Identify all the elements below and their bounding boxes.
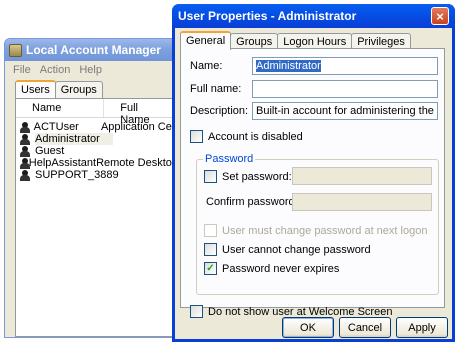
account-disabled-label: Account is disabled (208, 130, 303, 143)
list-item[interactable]: Administrator (16, 133, 178, 145)
cancel-button[interactable]: Cancel (339, 317, 391, 338)
user-icon (20, 157, 30, 169)
user-name: HelpAssistant (28, 157, 97, 169)
password-never-expires-checkbox[interactable]: ✓ Password never expires (204, 262, 339, 275)
general-tab-panel: Name: Administrator Full name: Descripti… (180, 48, 445, 318)
confirm-password-field[interactable] (292, 193, 432, 211)
tab-groups[interactable]: Groups (54, 81, 103, 99)
hide-welcome-screen-label: Do not show user at Welcome Screen (208, 305, 393, 318)
user-full-name: Remote Desktop (96, 157, 178, 169)
user-list: Name Full Name ACTUser Application Cen A… (15, 98, 179, 337)
close-icon[interactable]: × (431, 7, 449, 25)
lam-title-bar[interactable]: Local Account Manager (5, 39, 179, 61)
user-name: Guest (35, 145, 65, 157)
full-name-label: Full name: (190, 83, 242, 95)
column-header-name[interactable]: Name (16, 99, 105, 117)
set-password-checkbox[interactable]: Set password: (204, 170, 292, 183)
menu-action[interactable]: Action (40, 64, 71, 76)
dialog-title-bar[interactable]: User Properties - Administrator × (172, 4, 455, 28)
tab-users[interactable]: Users (15, 80, 56, 98)
local-account-manager-window: Local Account Manager File Action Help U… (4, 38, 180, 338)
dialog-body: General Groups Logon Hours Privileges Na… (175, 28, 452, 339)
password-group-label: Password (203, 153, 256, 165)
set-password-field[interactable] (292, 167, 432, 185)
name-field[interactable]: Administrator (252, 57, 438, 75)
must-change-password-label: User must change password at next logon (222, 224, 428, 237)
user-icon (20, 145, 30, 157)
cannot-change-password-checkbox[interactable]: User cannot change password (204, 243, 371, 256)
cannot-change-password-label: User cannot change password (222, 243, 371, 256)
checkbox-box (204, 243, 217, 256)
check-icon: ✓ (204, 262, 217, 275)
user-icon (20, 169, 30, 181)
list-item[interactable]: Guest (16, 145, 178, 157)
lam-tabs: Users Groups (15, 80, 103, 99)
confirm-password-label: Confirm password: (206, 196, 298, 208)
menu-help[interactable]: Help (79, 64, 102, 76)
checkbox-box (190, 130, 203, 143)
lam-window-title: Local Account Manager (26, 43, 161, 57)
checkbox-box (190, 305, 203, 318)
full-name-field[interactable] (252, 80, 438, 98)
lam-menu-bar: File Action Help (5, 61, 179, 78)
user-name: Administrator (35, 133, 113, 145)
user-full-name: Application Cen (100, 121, 178, 133)
description-label: Description: (190, 105, 249, 117)
user-name: SUPPORT_3889 (35, 169, 119, 181)
dialog-title: User Properties - Administrator (178, 9, 357, 23)
list-item[interactable]: SUPPORT_3889 (16, 169, 178, 181)
apply-button[interactable]: Apply (396, 317, 448, 338)
app-icon (9, 43, 22, 57)
password-never-expires-label: Password never expires (222, 262, 340, 275)
account-disabled-checkbox[interactable]: Account is disabled (190, 130, 303, 143)
checkbox-box (204, 224, 217, 237)
user-name: ACTUser (33, 121, 79, 133)
name-value: Administrator (256, 60, 321, 72)
name-label: Name: (190, 60, 223, 72)
user-list-header: Name Full Name (16, 99, 178, 126)
checkbox-box (204, 170, 217, 183)
ok-button[interactable]: OK (282, 317, 334, 338)
tab-general[interactable]: General (180, 31, 232, 50)
set-password-label: Set password: (222, 170, 292, 183)
user-icon (20, 121, 30, 133)
list-item[interactable]: HelpAssistant Remote Desktop (16, 157, 178, 169)
user-icon (20, 133, 30, 145)
user-properties-dialog: User Properties - Administrator × Genera… (172, 4, 455, 342)
password-group: Password Set password: Confirm password:… (196, 153, 439, 295)
column-header-full-name[interactable]: Full Name (104, 99, 178, 126)
list-item[interactable]: ACTUser Application Cen (16, 121, 178, 133)
menu-file[interactable]: File (13, 64, 31, 76)
must-change-password-checkbox[interactable]: User must change password at next logon (204, 224, 427, 237)
description-field[interactable]: Built-in account for administering the c… (252, 102, 438, 120)
